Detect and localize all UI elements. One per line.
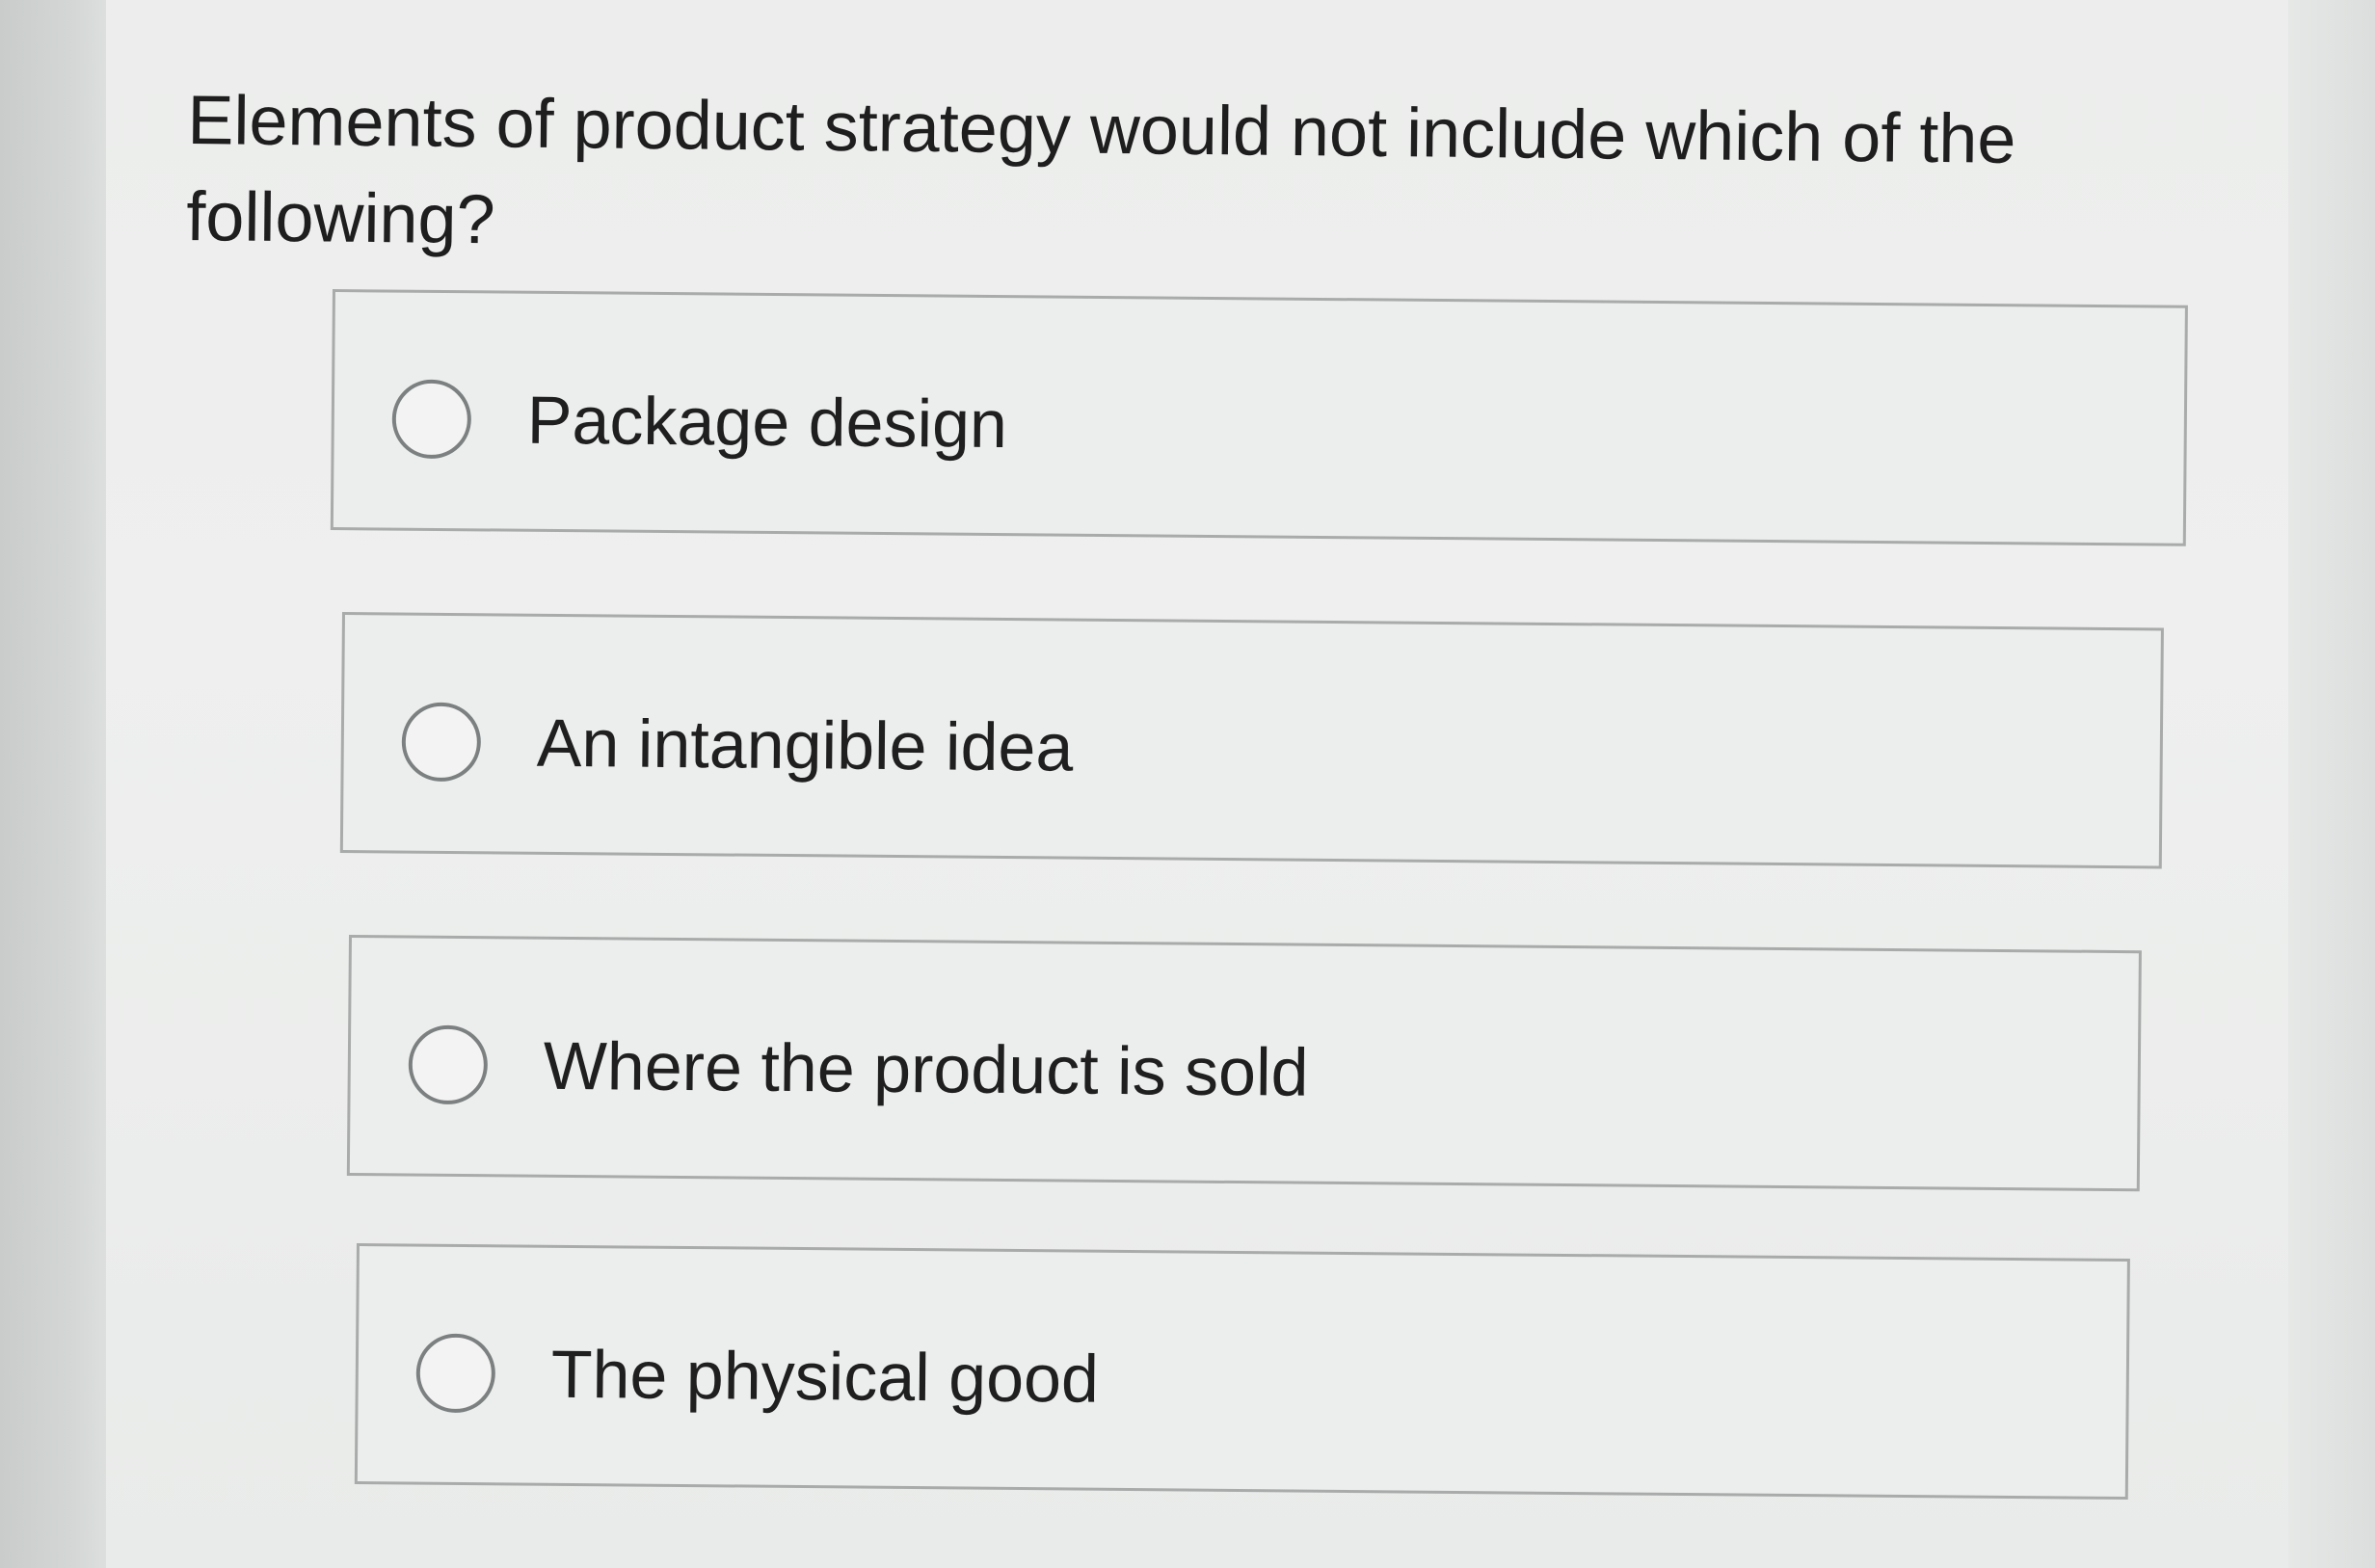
question-text: Elements of product strategy would not i…	[186, 81, 2016, 259]
screen-bezel-right	[2288, 0, 2375, 1568]
radio-unchecked-icon[interactable]	[408, 1024, 489, 1105]
answer-option-physical-good[interactable]: The physical good	[354, 1243, 2130, 1501]
answer-option-label: Where the product is sold	[543, 1027, 1309, 1110]
screen-bezel-left	[0, 0, 106, 1568]
radio-unchecked-icon[interactable]	[415, 1333, 496, 1414]
answer-option-label: An intangible idea	[536, 704, 1074, 785]
answer-option-intangible-idea[interactable]: An intangible idea	[339, 612, 2164, 869]
radio-unchecked-icon[interactable]	[401, 702, 482, 783]
answer-option-package-design[interactable]: Package design	[330, 289, 2188, 546]
answer-option-label: Package design	[526, 382, 1008, 463]
answer-option-where-sold[interactable]: Where the product is sold	[346, 935, 2142, 1192]
answer-option-label: The physical good	[550, 1336, 1100, 1417]
radio-unchecked-icon[interactable]	[391, 379, 472, 460]
